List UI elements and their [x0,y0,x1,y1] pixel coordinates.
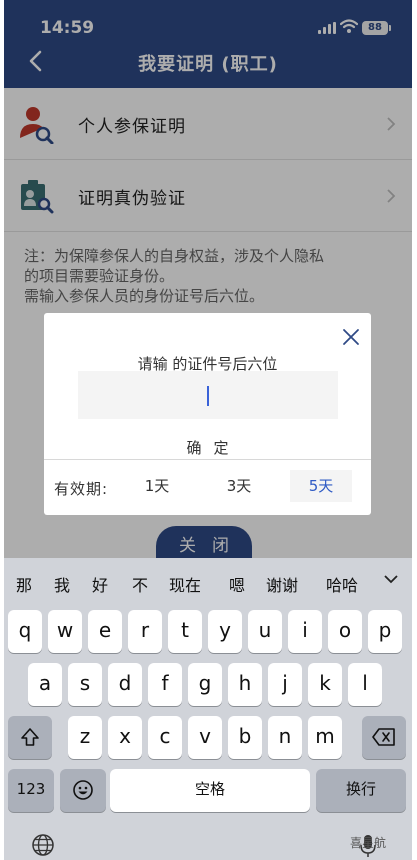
candidate-word[interactable]: 嗯 [229,572,245,596]
shift-key[interactable] [8,716,52,759]
key-n[interactable]: n [268,716,302,759]
delete-key[interactable] [362,716,406,759]
validity-label: 有效期: [54,480,109,498]
return-key[interactable]: 换行 [316,769,406,812]
candidate-word[interactable]: 谢谢 [266,572,298,596]
key-u[interactable]: u [248,610,282,653]
virtual-keyboard: 那 我 好 不 现在 嗯 谢谢 哈哈 q w e r t y u i o p a… [4,558,412,860]
watermark: 喜星航 [350,834,386,851]
key-i[interactable]: i [288,610,322,653]
candidate-word[interactable]: 我 [54,572,70,596]
key-c[interactable]: c [148,716,182,759]
key-x[interactable]: x [108,716,142,759]
key-q[interactable]: q [8,610,42,653]
validity-option-3-days[interactable]: 3天 [208,470,270,502]
delete-icon [372,728,395,746]
key-s[interactable]: s [68,663,102,706]
candidate-word[interactable]: 不 [132,572,148,596]
candidate-bar: 那 我 好 不 现在 嗯 谢谢 哈哈 [4,558,412,604]
key-m[interactable]: m [308,716,342,759]
confirm-button[interactable]: 确定 [44,437,371,458]
globe-icon[interactable] [30,832,56,858]
chevron-down-icon[interactable] [384,574,398,584]
key-r[interactable]: r [128,610,162,653]
key-y[interactable]: y [208,610,242,653]
candidate-word[interactable]: 好 [92,572,108,596]
key-l[interactable]: l [348,663,382,706]
key-o[interactable]: o [328,610,362,653]
space-key[interactable]: 空格 [110,769,310,812]
shift-icon [21,728,39,746]
key-j[interactable]: j [268,663,302,706]
key-f[interactable]: f [148,663,182,706]
key-w[interactable]: w [48,610,82,653]
emoji-key[interactable] [60,769,106,812]
candidate-word[interactable]: 那 [16,572,32,596]
key-z[interactable]: z [68,716,102,759]
key-g[interactable]: g [188,663,222,706]
numbers-key[interactable]: 123 [8,769,54,812]
app-screen: 14:59 88 我要证明 (职工) 个人参保证明 证明真伪验证 注：为保障参保… [4,0,412,860]
validity-option-1-day[interactable]: 1天 [126,470,188,502]
id-verification-dialog: 请输 的证件号后六位 确定 有效期: 1天 3天 5天 [44,313,371,515]
key-a[interactable]: a [28,663,62,706]
key-k[interactable]: k [308,663,342,706]
key-t[interactable]: t [168,610,202,653]
candidate-word[interactable]: 哈哈 [326,572,358,596]
watermark-text: 喜星航 [350,836,387,850]
emoji-icon [73,780,93,800]
candidate-word[interactable]: 现在 [169,572,201,596]
text-caret [207,386,209,406]
key-b[interactable]: b [228,716,262,759]
key-h[interactable]: h [228,663,262,706]
key-d[interactable]: d [108,663,142,706]
key-p[interactable]: p [368,610,402,653]
validity-option-5-days[interactable]: 5天 [290,470,352,502]
close-icon[interactable] [341,327,361,347]
key-v[interactable]: v [188,716,222,759]
divider [44,459,371,460]
key-e[interactable]: e [88,610,122,653]
